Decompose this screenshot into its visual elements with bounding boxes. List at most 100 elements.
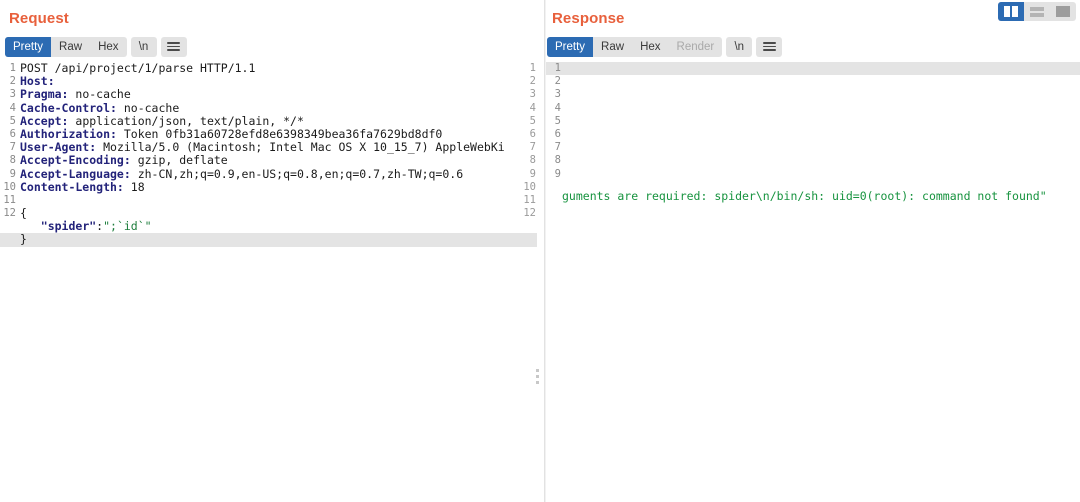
line-number-right: 4 [529,101,536,114]
code-line: 10 Content-Length: 18 [0,181,537,194]
hamburger-icon [167,42,181,51]
header-value: Mozilla/5.0 (Macintosh; Intel Mac OS X 1… [96,141,505,155]
header-key: User-Agent: [20,141,97,155]
single-pane-icon [1056,6,1070,17]
line-content: { [20,207,27,221]
line-content: Authorization: Token 0fb31a60728efd8e639… [20,128,537,141]
response-view-tabs: Pretty Raw Hex Render [547,36,723,57]
response-tab-raw[interactable]: Raw [593,37,632,57]
line-number-right: 7 [529,141,536,154]
code-line: 2 [546,75,1080,88]
line-content: Pragma: no-cache [20,88,537,101]
line-number-right: 12 [523,207,536,220]
line-number: 10 [3,180,16,193]
header-value: no-cache [116,101,180,115]
line-content: "spider":";`id`" [20,220,537,233]
header-key: Host: [20,75,55,89]
response-editor[interactable]: 1 2 3 4 5 6 7 8 9 guments are required: … [546,62,1080,502]
line-number: 6 [554,127,561,140]
header-key: Authorization: [20,127,117,141]
line-number-right: 1 [529,62,536,74]
line-number: 4 [554,101,561,114]
code-line: 6 [546,128,1080,141]
json-key: "spider" [40,220,97,234]
response-tab-pretty[interactable]: Pretty [547,36,594,57]
line-number-right: 5 [529,114,536,127]
request-title: Request [9,10,69,27]
response-newline-toggle[interactable]: \n [726,36,753,57]
code-line: 12 { [0,207,537,220]
line-content: User-Agent: Mozilla/5.0 (Macintosh; Inte… [20,141,537,154]
line-number: 9 [554,167,561,180]
line-number-right: 8 [529,154,536,167]
layout-single-pane-button[interactable] [1050,2,1076,21]
request-pane: Request Pretty Raw Hex \n 1 POST /api/pr… [0,0,546,502]
request-right-gutter: 1 2 3 4 5 6 7 8 9 10 11 12 [518,62,536,220]
code-line: 3 Pragma: no-cache [0,88,537,101]
code-line: 8 Accept-Encoding: gzip, deflate [0,154,537,167]
code-line: 3 [546,88,1080,101]
line-number-right: 11 [523,193,536,206]
response-tab-hex[interactable]: Hex [632,37,668,57]
header-value: zh-CN,zh;q=0.9,en-US;q=0.8,en;q=0.7,zh-T… [130,167,464,181]
line-number: 3 [9,88,16,101]
line-number-right: 6 [529,127,536,140]
header-key: Cache-Control: [20,101,117,115]
code-line-active: } [0,233,537,247]
header-value: gzip, deflate [130,154,228,168]
request-menu-button[interactable] [160,36,187,57]
line-number: 1 [9,62,16,74]
code-line: "spider":";`id`" [0,220,537,233]
line-content: Content-Length: 18 [20,181,537,194]
header-value: Token 0fb31a60728efd8e6398349bea36fa7629… [116,127,443,141]
layout-split-horizontal-button[interactable] [1024,2,1050,21]
code-line: 9 [546,168,1080,181]
header-value: 18 [123,180,145,194]
split-horizontal-icon [1030,6,1044,17]
line-content: Accept-Language: zh-CN,zh;q=0.9,en-US;q=… [20,168,537,181]
line-number: 2 [554,75,561,88]
line-number-right: 2 [529,75,536,88]
response-pane: Response Pretty Raw Hex Render \n 1 2 3 … [546,0,1080,502]
request-tab-hex[interactable]: Hex [90,37,126,57]
code-line: 4 Cache-Control: no-cache [0,102,537,115]
line-content: Cache-Control: no-cache [20,102,537,115]
code-line: 2 Host: [0,75,537,88]
line-content: Accept-Encoding: gzip, deflate [20,154,537,167]
request-editor[interactable]: 1 POST /api/project/1/parse HTTP/1.1 2 H… [0,62,537,502]
header-key: Accept-Language: [20,167,131,181]
line-number-right: 10 [523,180,536,193]
request-tab-raw[interactable]: Raw [51,37,90,57]
line-number: 1 [554,62,561,74]
json-value: ";`id`" [103,220,152,234]
header-key: Accept: [20,114,69,128]
header-key: Pragma: [20,88,69,102]
code-line: 6 Authorization: Token 0fb31a60728efd8e6… [0,128,537,141]
header-key: Content-Length: [20,180,124,194]
line-number: 6 [9,127,16,140]
request-tabbar: Pretty Raw Hex \n [0,27,546,57]
line-number: 5 [554,114,561,127]
pane-divider[interactable] [544,0,545,502]
split-vertical-icon [1004,6,1018,17]
code-line: 8 [546,154,1080,167]
http-inspector-app: Request Pretty Raw Hex \n 1 POST /api/pr… [0,0,1080,502]
layout-switcher [998,2,1076,21]
code-line: 1 POST /api/project/1/parse HTTP/1.1 [0,62,537,75]
code-line-active: 1 [546,62,1080,76]
layout-split-vertical-button[interactable] [998,2,1024,21]
request-pane-resize-handle[interactable] [536,369,539,384]
line-content: POST /api/project/1/parse HTTP/1.1 [20,62,256,75]
line-number-right: 9 [529,167,536,180]
line-number: 7 [554,141,561,154]
request-tab-pretty[interactable]: Pretty [5,36,52,57]
code-line: 7 [546,141,1080,154]
response-menu-button[interactable] [756,36,783,57]
code-line: 7 User-Agent: Mozilla/5.0 (Macintosh; In… [0,141,537,154]
line-number: 2 [9,75,16,88]
line-number-right: 3 [529,88,536,101]
line-number: 8 [9,154,16,167]
line-number: 9 [9,167,16,180]
request-newline-toggle[interactable]: \n [130,36,157,57]
hamburger-icon [762,42,776,51]
